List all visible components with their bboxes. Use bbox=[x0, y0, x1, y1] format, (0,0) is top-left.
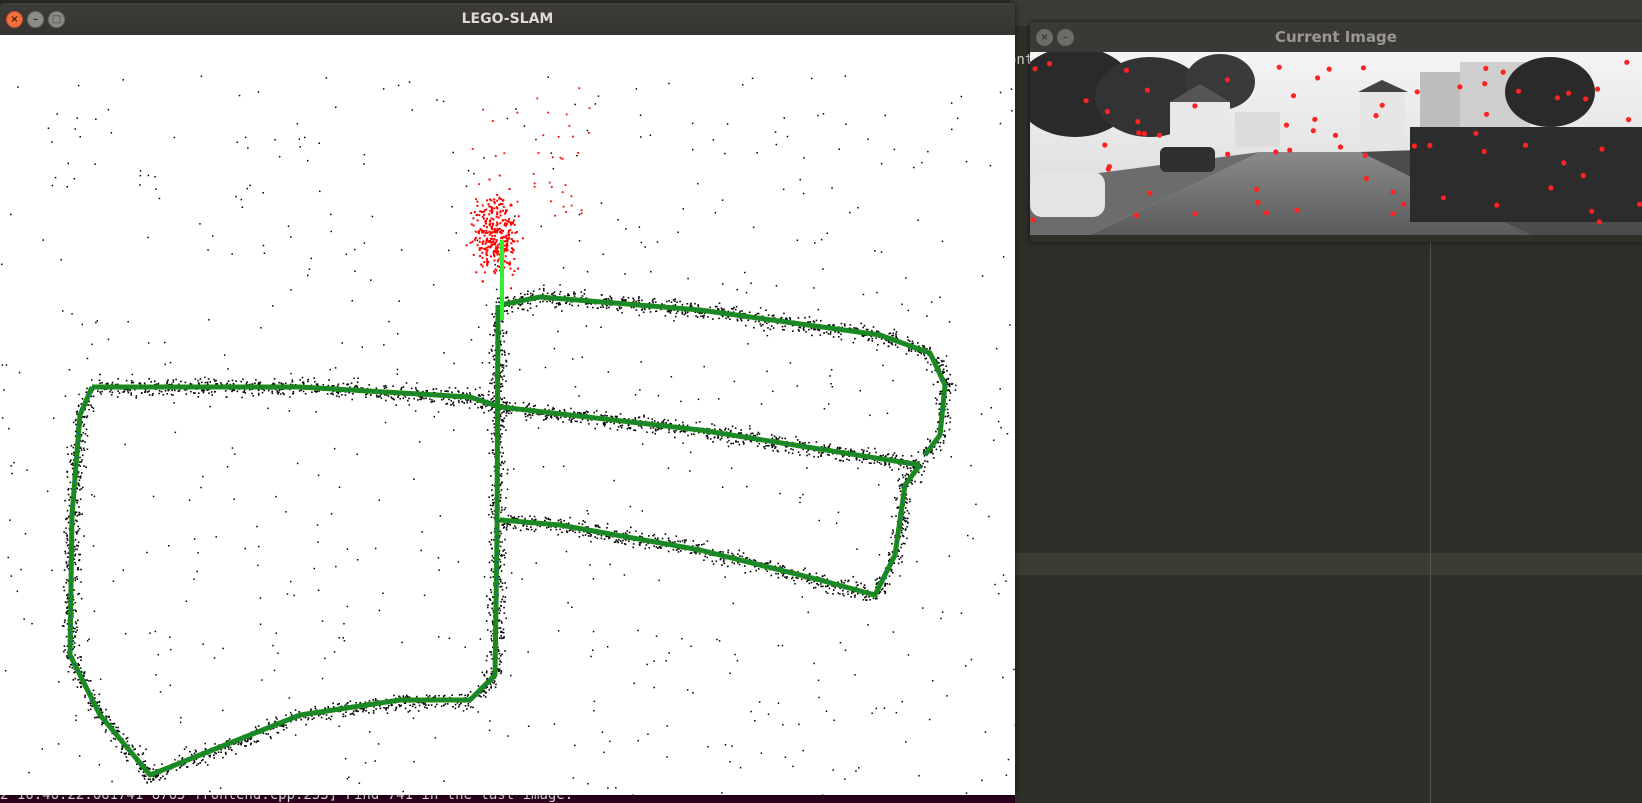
feature-point bbox=[1516, 88, 1522, 94]
map-points-layer bbox=[1, 75, 1015, 795]
feature-point bbox=[1273, 149, 1279, 155]
trajectory-layer bbox=[67, 240, 948, 778]
feature-point bbox=[1135, 119, 1141, 125]
feature-point bbox=[1287, 147, 1293, 153]
feature-point bbox=[1500, 69, 1506, 75]
feature-point bbox=[1522, 142, 1529, 148]
feature-point bbox=[1224, 77, 1230, 83]
feature-point bbox=[1624, 59, 1630, 65]
feature-point bbox=[1263, 210, 1270, 216]
close-icon[interactable]: × bbox=[6, 11, 23, 28]
map-view-canvas[interactable] bbox=[0, 35, 1015, 795]
trajectory-path bbox=[69, 304, 499, 776]
feature-point bbox=[1105, 166, 1111, 172]
feature-point bbox=[1411, 143, 1417, 149]
feature-point bbox=[1030, 217, 1036, 223]
feature-point bbox=[1440, 195, 1447, 201]
feature-point bbox=[1390, 189, 1396, 195]
feature-point bbox=[1123, 67, 1130, 73]
feature-point bbox=[1596, 219, 1602, 225]
feature-point bbox=[1136, 130, 1142, 136]
feature-point bbox=[1599, 146, 1605, 152]
feature-point bbox=[1548, 185, 1554, 191]
current-image-window[interactable]: × – Current Image bbox=[1030, 22, 1642, 242]
feature-point bbox=[1363, 175, 1370, 182]
feature-point bbox=[1594, 86, 1601, 92]
feature-point bbox=[1473, 130, 1479, 136]
feature-point bbox=[1481, 148, 1487, 155]
feature-point bbox=[1332, 132, 1339, 138]
minimize-icon[interactable]: – bbox=[1057, 29, 1074, 46]
feature-point bbox=[1390, 211, 1396, 217]
feature-point bbox=[1133, 212, 1139, 218]
slam-viewer-window[interactable]: × – □ LEGO-SLAM bbox=[0, 3, 1015, 795]
feature-point bbox=[1157, 132, 1163, 138]
feature-point bbox=[1255, 199, 1261, 206]
feature-point bbox=[1583, 96, 1589, 102]
feature-point bbox=[1414, 89, 1420, 95]
feature-point bbox=[1192, 211, 1198, 217]
feature-point bbox=[1337, 144, 1344, 150]
feature-point bbox=[1253, 186, 1260, 193]
feature-point bbox=[1589, 208, 1595, 214]
feature-point bbox=[1457, 84, 1463, 90]
feature-point bbox=[1482, 81, 1488, 87]
feature-point bbox=[1637, 201, 1642, 207]
camera-frame bbox=[1030, 52, 1642, 235]
image-window-title: Current Image bbox=[1275, 28, 1397, 46]
feature-point bbox=[1561, 160, 1567, 166]
feature-point bbox=[1494, 202, 1500, 208]
point-cloud-map bbox=[1, 75, 1015, 795]
trajectory-path bbox=[67, 304, 501, 778]
feature-point bbox=[1147, 190, 1153, 196]
feature-point bbox=[1326, 66, 1332, 72]
feature-point bbox=[1625, 117, 1632, 123]
feature-point bbox=[1225, 151, 1231, 157]
feature-point bbox=[1104, 108, 1111, 115]
feature-point bbox=[1315, 75, 1321, 81]
feature-point bbox=[1083, 98, 1089, 104]
feature-point bbox=[1283, 122, 1290, 128]
minimize-icon[interactable]: – bbox=[27, 11, 44, 28]
feature-point bbox=[1373, 113, 1379, 119]
camera-frame-image bbox=[1030, 52, 1642, 235]
trajectory-path bbox=[499, 464, 921, 596]
background-margin-line bbox=[1430, 230, 1431, 803]
slam-window-title: LEGO-SLAM bbox=[461, 11, 554, 27]
feature-point bbox=[1360, 65, 1367, 71]
feature-point bbox=[1427, 142, 1433, 149]
trajectory-path bbox=[92, 384, 921, 468]
trajectory-path bbox=[92, 386, 921, 466]
image-window-titlebar[interactable]: × – Current Image bbox=[1030, 22, 1642, 52]
feature-point bbox=[1554, 95, 1560, 101]
feature-point bbox=[1566, 90, 1572, 96]
feature-point bbox=[1379, 102, 1385, 108]
feature-point bbox=[1046, 61, 1053, 67]
feature-point bbox=[1144, 87, 1150, 93]
maximize-icon[interactable]: □ bbox=[48, 11, 65, 28]
image-window-bottom bbox=[1030, 235, 1642, 242]
feature-point bbox=[1102, 142, 1108, 148]
feature-point bbox=[1294, 207, 1300, 213]
active-points-layer bbox=[465, 87, 591, 290]
feature-point bbox=[1141, 131, 1147, 137]
feature-point bbox=[1483, 65, 1489, 71]
feature-point bbox=[1276, 64, 1282, 70]
background-highlight-line bbox=[1010, 553, 1642, 575]
feature-point bbox=[1483, 111, 1490, 117]
close-icon[interactable]: × bbox=[1036, 29, 1053, 46]
feature-point bbox=[1401, 201, 1407, 207]
feature-point bbox=[1310, 128, 1316, 134]
feature-point bbox=[1192, 103, 1198, 109]
feature-point bbox=[1032, 66, 1038, 72]
feature-point bbox=[1312, 116, 1318, 122]
feature-point bbox=[1362, 152, 1368, 158]
slam-window-titlebar[interactable]: × – □ LEGO-SLAM bbox=[0, 3, 1015, 35]
trajectory-path bbox=[499, 463, 922, 598]
feature-point bbox=[1290, 93, 1297, 99]
feature-point bbox=[1580, 172, 1586, 179]
